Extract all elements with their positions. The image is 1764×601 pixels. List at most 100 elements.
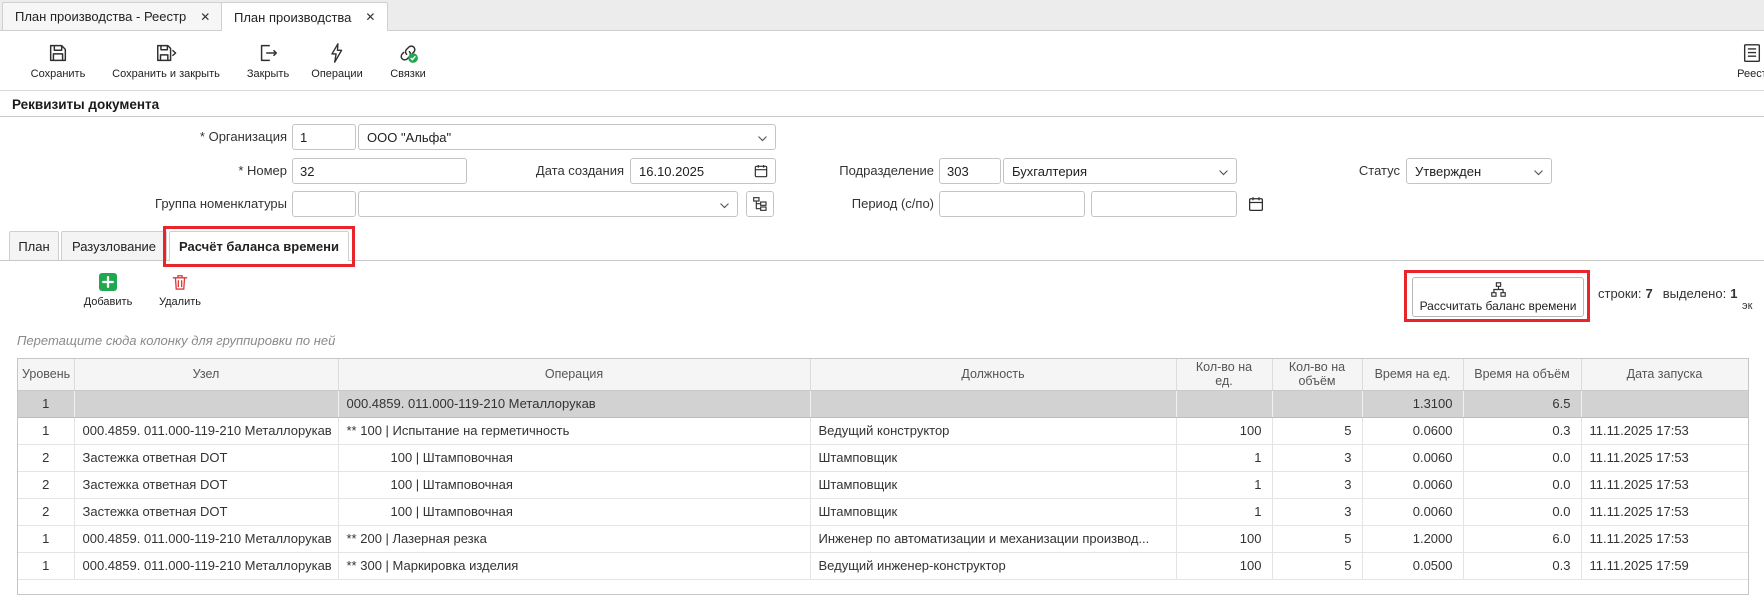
calc-balance-button-label: Рассчитать баланс времени (1420, 299, 1577, 313)
tab-razuzlovanie[interactable]: Разузлование (61, 231, 167, 260)
rows-counter: строки:7выделено:1 (1598, 286, 1737, 301)
cell-operation: 100 | Штамповочная (338, 444, 810, 471)
hierarchy-icon (752, 196, 768, 212)
cell-level: 2 (18, 471, 74, 498)
department-select[interactable]: Бухгалтерия (1003, 158, 1237, 184)
close-button-label: Закрыть (247, 68, 289, 80)
cell-level: 2 (18, 498, 74, 525)
tab-plan[interactable]: План (9, 231, 59, 260)
department-code-input[interactable] (939, 158, 1001, 184)
period-from-input[interactable] (939, 191, 1085, 217)
close-tab-icon[interactable]: ✕ (200, 10, 210, 24)
nomenclature-group-label: Группа номенклатуры (87, 191, 287, 217)
table-row[interactable]: 1 000.4859. 011.000-119-210 Металлорукав… (18, 417, 1748, 444)
group-by-hint: Перетащите сюда колонку для группировки … (17, 333, 335, 348)
close-button[interactable]: Закрыть (240, 42, 296, 80)
clipped-text: эк (1742, 300, 1752, 312)
cell-level: 1 (18, 525, 74, 552)
chevron-down-icon (719, 200, 730, 211)
cell-node: 000.4859. 011.000-119-210 Металлорукав (74, 525, 338, 552)
cell-level: 2 (18, 444, 74, 471)
cell-qty-per-unit: 100 (1176, 525, 1272, 552)
cell-operation: 000.4859. 011.000-119-210 Металлорукав (338, 390, 810, 417)
period-to-input[interactable] (1091, 191, 1237, 217)
nomenclature-group-select[interactable] (358, 191, 738, 217)
table-row[interactable]: 2 Застежка ответная DOT 100 | Штамповочн… (18, 498, 1748, 525)
registry-icon (1741, 42, 1763, 64)
table-row[interactable]: 1 000.4859. 011.000-119-210 Металлорукав… (18, 525, 1748, 552)
cell-time-per-unit: 0.0060 (1362, 471, 1463, 498)
selected-count: 1 (1730, 286, 1737, 301)
tab-time-balance-label: Расчёт баланса времени (179, 239, 339, 254)
hierarchy-select-button[interactable] (746, 191, 774, 217)
cell-launch-date: 11.11.2025 17:59 (1581, 552, 1748, 579)
tab-razuzlovanie-label: Разузлование (72, 239, 156, 254)
registry-button[interactable]: Реест (1722, 42, 1764, 80)
rows-count: 7 (1645, 286, 1652, 301)
creation-date-label: Дата создания (424, 158, 624, 184)
table-row[interactable]: 1 000.4859. 011.000-119-210 Металлорукав… (18, 552, 1748, 579)
number-label: * Номер (87, 158, 287, 184)
cell-node (74, 390, 338, 417)
close-tab-icon[interactable]: ✕ (365, 10, 375, 24)
table-row[interactable]: 2 Застежка ответная DOT 100 | Штамповочн… (18, 471, 1748, 498)
links-icon (396, 42, 420, 64)
cell-time-per-volume: 0.3 (1463, 417, 1581, 444)
column-header-launch-date[interactable]: Дата запуска (1581, 359, 1748, 390)
period-calendar-icon[interactable] (1247, 195, 1265, 213)
cell-time-per-unit: 1.2000 (1362, 525, 1463, 552)
cell-time-per-volume: 0.0 (1463, 498, 1581, 525)
cell-position: Инженер по автоматизации и механизации п… (810, 525, 1176, 552)
tab-plan-label: План (18, 239, 49, 254)
operations-icon (326, 42, 348, 64)
column-header-qty-per-unit[interactable]: Кол-во на ед. (1176, 359, 1272, 390)
cell-qty-per-volume: 3 (1272, 444, 1362, 471)
column-header-qty-per-volume[interactable]: Кол-во на объём (1272, 359, 1362, 390)
chevron-down-icon (1218, 167, 1229, 178)
save-and-close-button-label: Сохранить и закрыть (112, 68, 220, 80)
cell-operation: 100 | Штамповочная (338, 498, 810, 525)
cell-qty-per-unit (1176, 390, 1272, 417)
organization-code-input[interactable] (292, 124, 356, 150)
balance-table-container: Уровень Узел Операция Должность Кол-во н… (17, 358, 1749, 595)
links-button-label: Связки (390, 68, 426, 80)
links-button[interactable]: Связки (380, 42, 436, 80)
cell-time-per-unit: 0.0060 (1362, 498, 1463, 525)
tab-time-balance[interactable]: Расчёт баланса времени (169, 231, 349, 261)
window-tab-plan-document[interactable]: План производства ✕ (221, 2, 388, 31)
calc-balance-button[interactable]: Рассчитать баланс времени (1412, 277, 1584, 317)
status-select[interactable]: Утвержден (1406, 158, 1552, 184)
cell-position: Штамповщик (810, 471, 1176, 498)
save-and-close-button[interactable]: Сохранить и закрыть (104, 42, 228, 80)
add-button[interactable]: Добавить (80, 272, 136, 308)
cell-launch-date: 11.11.2025 17:53 (1581, 444, 1748, 471)
save-button[interactable]: Сохранить (20, 42, 96, 80)
department-label: Подразделение (734, 158, 934, 184)
column-header-operation[interactable]: Операция (338, 359, 810, 390)
cell-launch-date: 11.11.2025 17:53 (1581, 471, 1748, 498)
add-icon (98, 272, 118, 292)
column-header-node[interactable]: Узел (74, 359, 338, 390)
cell-level: 1 (18, 552, 74, 579)
organization-select[interactable]: ООО "Альфа" (358, 124, 776, 150)
cell-time-per-volume: 0.0 (1463, 444, 1581, 471)
operations-button[interactable]: Операции (306, 42, 368, 80)
cell-qty-per-unit: 100 (1176, 552, 1272, 579)
window-tab-plan-registry[interactable]: План производства - Реестр ✕ (2, 2, 223, 30)
cell-operation: 100 | Штамповочная (338, 471, 810, 498)
table-row[interactable]: 1 000.4859. 011.000-119-210 Металлорукав… (18, 390, 1748, 417)
delete-button[interactable]: Удалить (152, 272, 208, 308)
column-header-position[interactable]: Должность (810, 359, 1176, 390)
cell-qty-per-unit: 1 (1176, 444, 1272, 471)
column-header-level[interactable]: Уровень (18, 359, 74, 390)
nomenclature-group-code-input[interactable] (292, 191, 356, 217)
table-row[interactable]: 2 Застежка ответная DOT 100 | Штамповочн… (18, 444, 1748, 471)
save-close-icon (155, 42, 177, 64)
divider (0, 90, 1764, 91)
cell-operation: ** 300 | Маркировка изделия (338, 552, 810, 579)
column-header-time-per-unit[interactable]: Время на ед. (1362, 359, 1463, 390)
cell-level: 1 (18, 417, 74, 444)
cell-node: 000.4859. 011.000-119-210 Металлорукав (74, 417, 338, 444)
column-header-time-per-volume[interactable]: Время на объём (1463, 359, 1581, 390)
cell-launch-date: 11.11.2025 17:53 (1581, 525, 1748, 552)
